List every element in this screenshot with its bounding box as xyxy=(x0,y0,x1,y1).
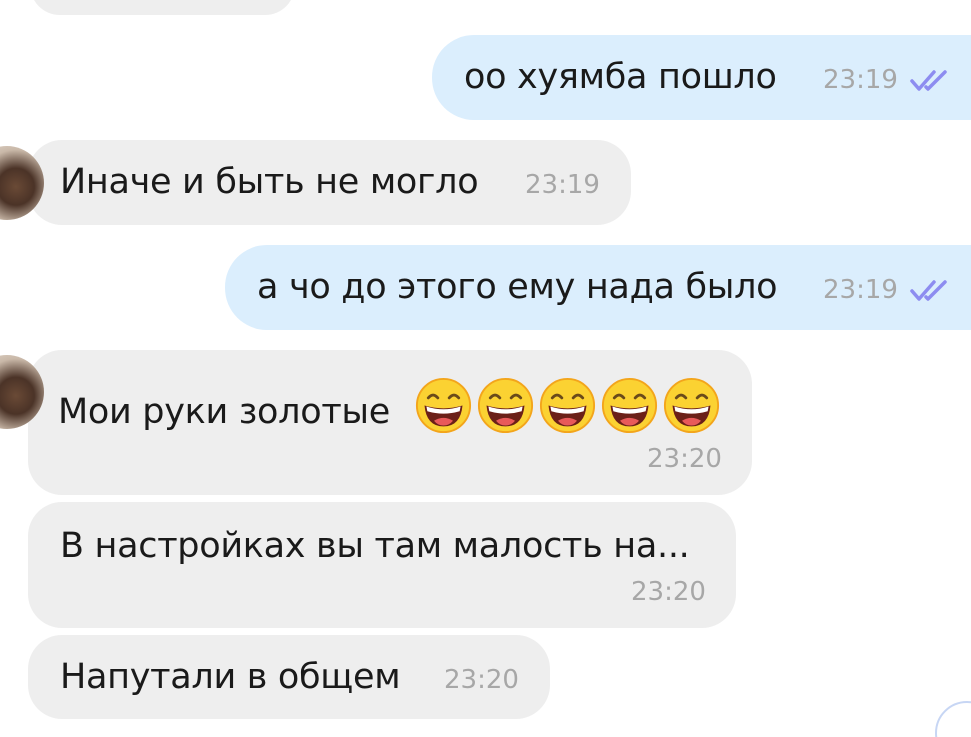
message-text: В настройках вы там малость на... xyxy=(60,526,690,566)
incoming-message[interactable]: Мои руки золотые 23:20 xyxy=(0,350,752,495)
incoming-message[interactable]: Напутали в общем 23:20 xyxy=(28,635,550,719)
outgoing-message[interactable]: а чо до этого ему нада было 23:19 xyxy=(225,245,971,330)
avatar[interactable] xyxy=(0,146,44,220)
message-text: оо хуямба пошло xyxy=(464,57,777,97)
double-check-icon xyxy=(910,70,947,91)
message-time: 23:19 xyxy=(525,170,600,200)
avatar[interactable] xyxy=(0,355,44,429)
message-text: а чо до этого ему нада было xyxy=(257,267,778,307)
scroll-down-button[interactable] xyxy=(935,701,971,737)
previous-message-bubble[interactable] xyxy=(30,0,295,15)
message-time: 23:19 xyxy=(823,65,898,95)
grinning-face-emoji-icon xyxy=(601,377,658,434)
grinning-face-emoji-icon xyxy=(539,377,596,434)
message-text: Напутали в общем xyxy=(60,657,401,697)
incoming-message[interactable]: Иначе и быть не могло 23:19 xyxy=(0,140,631,225)
message-time: 23:20 xyxy=(444,665,519,695)
message-time: 23:20 xyxy=(647,444,722,474)
message-text: Иначе и быть не могло xyxy=(60,162,479,202)
message-time: 23:19 xyxy=(823,275,898,305)
double-check-icon xyxy=(910,280,947,301)
incoming-message[interactable]: В настройках вы там малость на... 23:20 xyxy=(28,502,736,628)
message-time: 23:20 xyxy=(631,577,706,607)
grinning-face-emoji-icon xyxy=(477,377,534,434)
grinning-face-emoji-icon xyxy=(415,377,472,434)
message-text: Мои руки золотые xyxy=(58,392,390,432)
outgoing-message[interactable]: оо хуямба пошло 23:19 xyxy=(432,35,971,120)
emoji-row xyxy=(415,377,720,434)
grinning-face-emoji-icon xyxy=(663,377,720,434)
chat-messages: оо хуямба пошло 23:19 Иначе и быть не мо… xyxy=(0,0,971,737)
